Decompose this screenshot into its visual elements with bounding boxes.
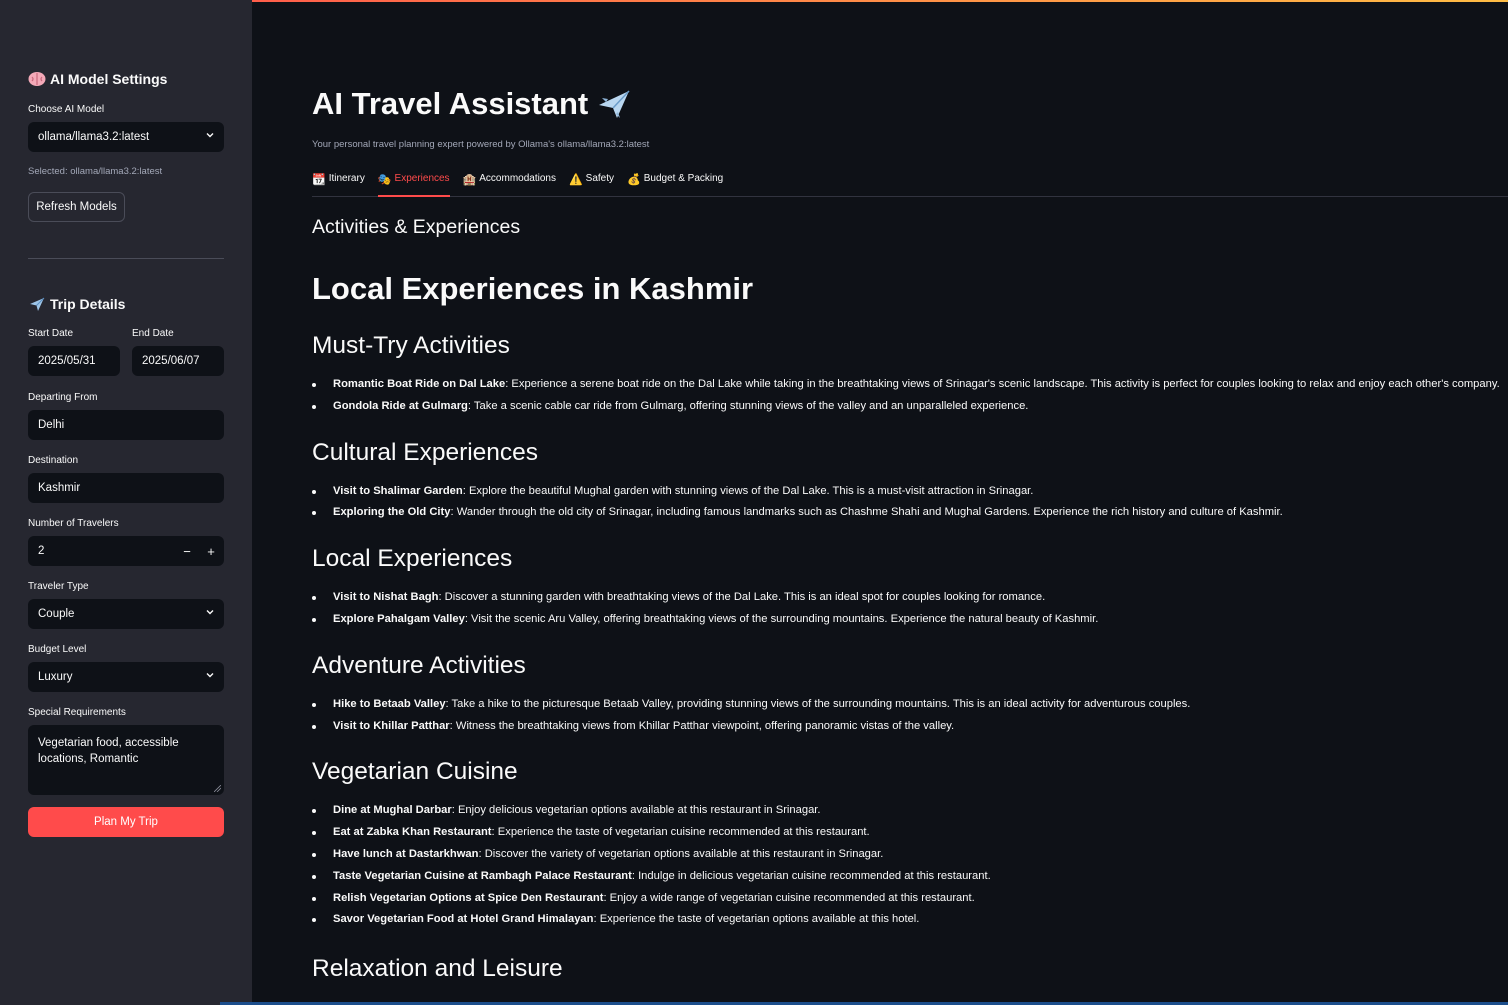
money-bag-icon: 💰 (627, 174, 641, 186)
trip-details-title: Trip Details (50, 296, 126, 312)
page-title-text: AI Travel Assistant (312, 86, 589, 121)
main-content: AI Travel Assistant Your personal travel… (252, 0, 1508, 1005)
section-title: Must-Try Activities (312, 332, 510, 359)
section-vegetarian: Vegetarian Cuisine Dine at Mughal Darbar… (312, 758, 1502, 931)
travelers-stepper[interactable]: 2 − + (28, 536, 224, 566)
calendar-icon: 📆 (312, 174, 326, 186)
special-requirements-label: Special Requirements (28, 707, 126, 718)
section-title: Vegetarian Cuisine (312, 758, 518, 786)
list-item: Exploring the Old City: Wander through t… (312, 502, 1502, 524)
item-list: Visit to Shalimar Garden: Explore the be… (312, 481, 1502, 525)
page-subtitle: Your personal travel planning expert pow… (312, 139, 650, 150)
item-list: Romantic Boat Ride on Dal Lake: Experien… (312, 374, 1502, 418)
page-title: AI Travel Assistant (312, 86, 632, 122)
section-title: Adventure Activities (312, 651, 526, 679)
increment-button[interactable]: + (200, 536, 222, 566)
chevron-down-icon (206, 133, 214, 138)
tab-bar: 📆 Itinerary 🎭 Experiences 🏨 Accommodatio… (312, 170, 1508, 197)
tab-label: Accommodations (479, 173, 556, 184)
decrement-button[interactable]: − (176, 536, 198, 566)
list-item: Visit to Khillar Patthar: Witness the br… (312, 716, 1502, 738)
section-relaxation: Relaxation and Leisure (312, 955, 1502, 987)
list-item: Have lunch at Dastarkhwan: Discover the … (312, 844, 1502, 866)
list-item: Visit to Nishat Bagh: Discover a stunnin… (312, 587, 1502, 609)
airplane-icon (599, 90, 630, 118)
budget-level-select[interactable]: Luxury (28, 662, 224, 692)
chevron-down-icon (206, 610, 214, 615)
tab-itinerary[interactable]: 📆 Itinerary (312, 170, 365, 196)
special-requirements-line-2: locations, Romantic (38, 753, 139, 765)
section-cultural: Cultural Experiences Visit to Shalimar G… (312, 439, 1502, 525)
end-date-label: End Date (132, 328, 174, 339)
ai-model-settings-title: AI Model Settings (50, 71, 168, 87)
list-item: Dine at Mughal Darbar: Enjoy delicious v… (312, 800, 1502, 822)
tab-experiences[interactable]: 🎭 Experiences (377, 170, 450, 197)
section-title: Local Experiences (312, 545, 513, 573)
list-item: Visit to Shalimar Garden: Explore the be… (312, 481, 1502, 503)
budget-level-value: Luxury (38, 671, 73, 683)
traveler-type-select[interactable]: Couple (28, 599, 224, 629)
item-list: Dine at Mughal Darbar: Enjoy delicious v… (312, 800, 1502, 931)
item-list: Hike to Betaab Valley: Take a hike to th… (312, 694, 1502, 738)
sidebar: AI Model Settings Choose AI Model ollama… (0, 0, 252, 1005)
document-title: Local Experiences in Kashmir (312, 271, 754, 306)
budget-level-label: Budget Level (28, 644, 87, 655)
list-item: Romantic Boat Ride on Dal Lake: Experien… (312, 374, 1502, 396)
list-item: Hike to Betaab Valley: Take a hike to th… (312, 694, 1502, 716)
section-title: Cultural Experiences (312, 438, 539, 466)
item-list: Visit to Nishat Bagh: Discover a stunnin… (312, 587, 1502, 631)
departing-from-input[interactable]: Delhi (28, 410, 224, 440)
model-select[interactable]: ollama/llama3.2:latest (28, 122, 224, 152)
list-item: Eat at Zabka Khan Restaurant: Experience… (312, 822, 1502, 844)
trip-details-heading: Trip Details (28, 295, 125, 313)
tab-accommodations[interactable]: 🏨 Accommodations (463, 170, 556, 196)
list-item: Savor Vegetarian Food at Hotel Grand Him… (312, 909, 1502, 931)
list-item: Taste Vegetarian Cuisine at Rambagh Pala… (312, 866, 1502, 888)
brain-icon (28, 72, 46, 86)
ai-model-settings-heading: AI Model Settings (28, 71, 167, 87)
sidebar-divider (28, 258, 224, 259)
section-title: Relaxation and Leisure (312, 955, 563, 983)
tab-safety[interactable]: ⚠️ Safety (569, 170, 614, 196)
plan-my-trip-button[interactable]: Plan My Trip (28, 807, 224, 837)
list-item: Relish Vegetarian Options at Spice Den R… (312, 888, 1502, 910)
hotel-icon: 🏨 (462, 174, 477, 186)
traveler-type-value: Couple (38, 608, 75, 620)
travelers-value: 2 (38, 545, 45, 557)
tab-label: Experiences (394, 173, 450, 184)
choose-model-label: Choose AI Model (28, 104, 105, 115)
resize-handle-icon[interactable] (214, 785, 221, 792)
tab-label: Safety (585, 173, 615, 184)
traveler-type-label: Traveler Type (28, 581, 89, 592)
end-date-input[interactable]: 2025/06/07 (132, 346, 224, 376)
section-heading: Activities & Experiences (312, 216, 521, 238)
refresh-models-button[interactable]: Refresh Models (28, 192, 125, 222)
airplane-icon (30, 297, 45, 311)
section-adventure: Adventure Activities Hike to Betaab Vall… (312, 652, 1502, 738)
start-date-label: Start Date (28, 328, 74, 339)
tab-label: Budget & Packing (643, 173, 724, 184)
model-select-value: ollama/llama3.2:latest (38, 131, 150, 143)
warning-icon: ⚠️ (568, 174, 583, 186)
departing-from-label: Departing From (28, 392, 98, 403)
special-requirements-line-1: Vegetarian food, accessible (38, 737, 179, 749)
travelers-label: Number of Travelers (28, 518, 119, 529)
section-local: Local Experiences Visit to Nishat Bagh: … (312, 545, 1502, 631)
section-must-try: Must-Try Activities Romantic Boat Ride o… (312, 332, 1502, 418)
chevron-down-icon (206, 673, 214, 678)
selected-model-caption: Selected: ollama/llama3.2:latest (28, 166, 163, 177)
tab-budget-packing[interactable]: 💰 Budget & Packing (627, 170, 723, 196)
list-item: Explore Pahalgam Valley: Visit the sceni… (312, 609, 1502, 631)
destination-label: Destination (28, 455, 79, 466)
destination-input[interactable]: Kashmir (28, 473, 224, 503)
experiences-content: Activities & Experiences Local Experienc… (312, 216, 1502, 987)
tab-label: Itinerary (328, 173, 365, 184)
special-requirements-textarea[interactable]: Vegetarian food, accessible locations, R… (28, 725, 224, 795)
list-item: Gondola Ride at Gulmarg: Take a scenic c… (312, 396, 1502, 418)
masks-icon: 🎭 (377, 174, 392, 186)
start-date-input[interactable]: 2025/05/31 (28, 346, 120, 376)
